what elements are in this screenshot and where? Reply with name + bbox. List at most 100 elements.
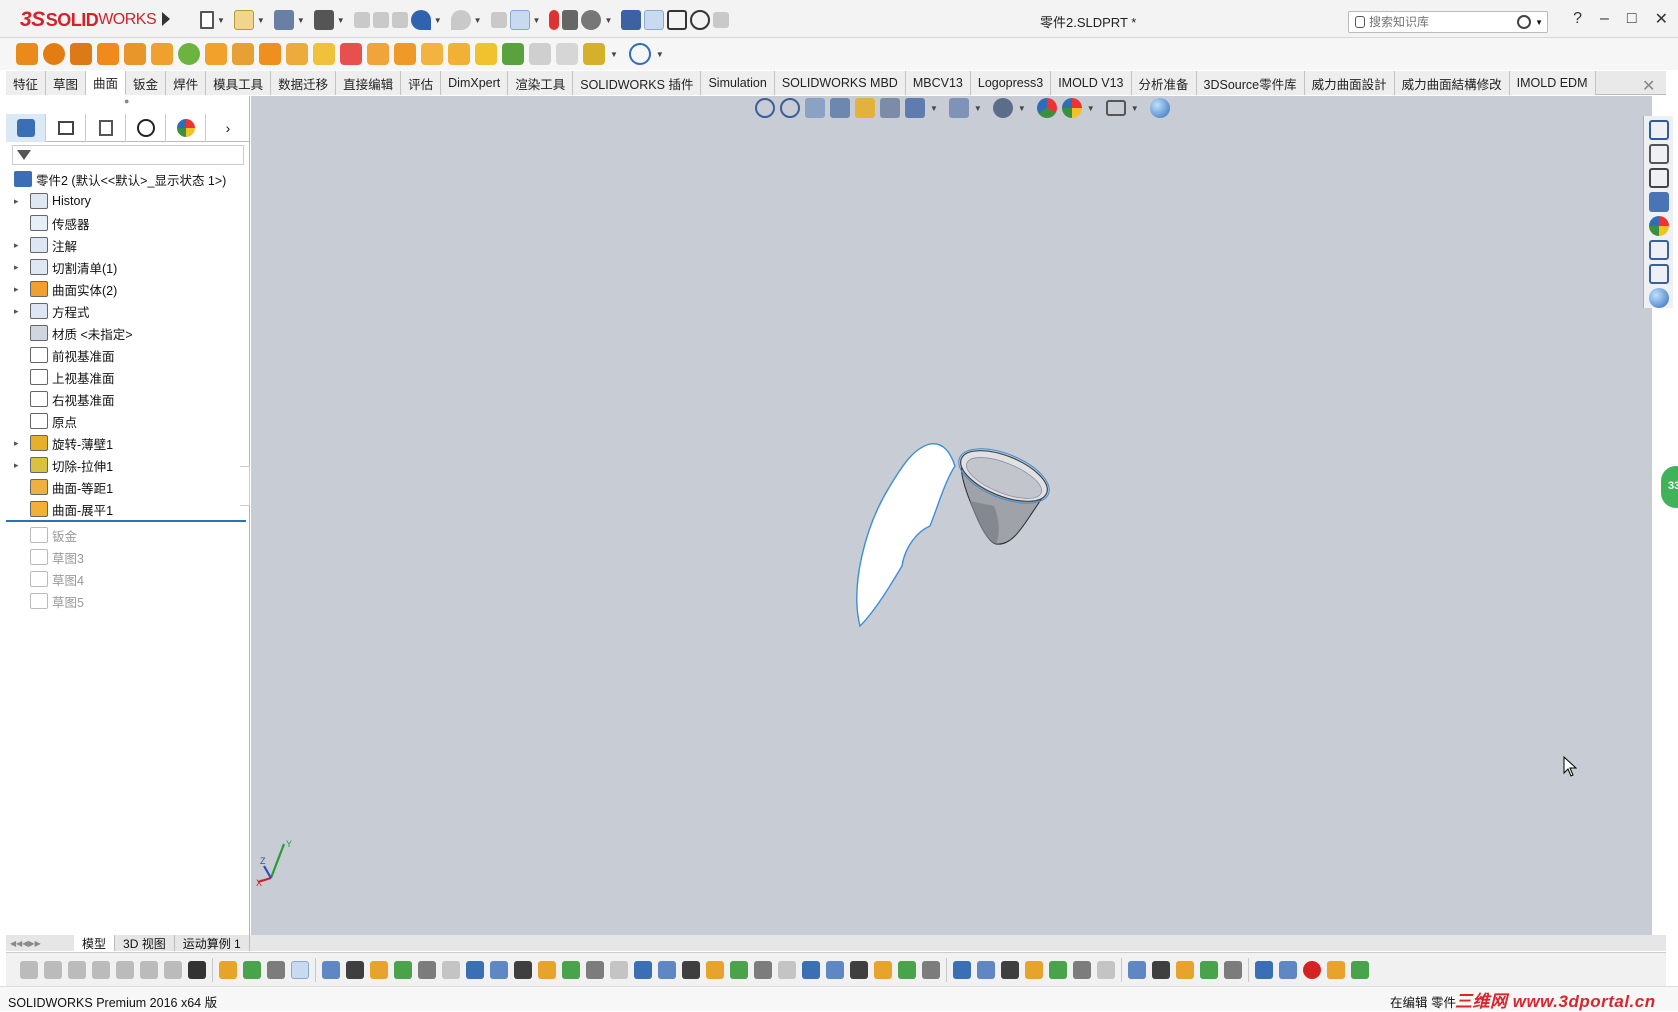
previous-view-icon[interactable] [805, 98, 825, 118]
fillet-icon[interactable] [556, 43, 578, 65]
spline-icon[interactable] [802, 960, 820, 979]
zoom-to-area-icon[interactable] [780, 98, 800, 118]
swept-surface-icon[interactable] [70, 43, 92, 65]
stop-icon[interactable] [1279, 960, 1297, 979]
weld-icon[interactable] [634, 960, 652, 979]
filter-toggle-icon[interactable] [219, 960, 237, 979]
help-button[interactable]: ? [1573, 10, 1582, 28]
surface-icon[interactable] [850, 960, 868, 979]
rebuild-icon[interactable] [549, 10, 560, 30]
search-icon[interactable] [706, 960, 724, 979]
view-left-icon[interactable] [1001, 960, 1019, 979]
check-icon[interactable] [658, 960, 676, 979]
tab-12[interactable]: Simulation [701, 71, 775, 95]
delete-face-icon[interactable] [313, 43, 335, 65]
shading-icon[interactable] [874, 960, 892, 979]
view-front-icon[interactable] [953, 960, 971, 979]
realview-icon[interactable] [1149, 98, 1170, 118]
tree-item[interactable]: ▸ 切割清单(1) [6, 256, 250, 278]
dynamic-annotation-icon[interactable] [855, 98, 875, 118]
panel-splitter-handle[interactable]: ● [124, 96, 129, 106]
minimize-button[interactable]: – [1600, 10, 1609, 28]
tabs-close-icon[interactable]: ✕ [1642, 76, 1655, 96]
view-top-icon[interactable] [1049, 960, 1067, 979]
tree-item[interactable]: ▸ 旋转-薄壁1 [6, 432, 250, 454]
select-cursor-icon[interactable] [509, 10, 530, 30]
tab-13[interactable]: SOLIDWORKS MBD [774, 71, 906, 95]
suppressed-tree-item[interactable]: 草图5 [6, 590, 250, 612]
save-anim-icon[interactable] [1327, 960, 1345, 979]
tree-item[interactable]: 材质 <未指定> [6, 322, 250, 344]
cut-icon[interactable] [353, 12, 370, 28]
vertex-icon[interactable] [490, 960, 508, 979]
view-palette-icon[interactable] [1648, 192, 1669, 212]
knowledge-search-box[interactable]: ▼ [1348, 11, 1548, 33]
cut-with-surface-icon[interactable] [529, 43, 551, 65]
tab-20[interactable]: 威力曲面結構修改 [1394, 71, 1510, 95]
part-icon[interactable] [1224, 960, 1242, 979]
tab-scroll-arrows[interactable]: ◀◀◀▶▶ [6, 935, 74, 951]
replace-face-icon[interactable] [340, 43, 362, 65]
move-icon[interactable] [922, 960, 940, 979]
display-icon[interactable] [1176, 960, 1194, 979]
tree-item[interactable]: ▸ 曲面实体(2) [6, 278, 250, 300]
print-icon[interactable] [313, 10, 334, 30]
trim-surface-icon[interactable] [394, 43, 416, 65]
planar-surface-icon[interactable] [205, 43, 227, 65]
expand-arrow-icon[interactable]: ▸ [14, 306, 26, 317]
tab-16[interactable]: IMOLD V13 [1051, 71, 1132, 95]
view-settings-icon[interactable] [1061, 98, 1082, 118]
tab-configuration-manager[interactable] [86, 114, 126, 142]
freeform-icon[interactable] [178, 43, 200, 65]
tab-6[interactable]: 数据迁移 [271, 71, 337, 95]
display-monitor-icon[interactable] [1105, 100, 1126, 116]
section-view-icon[interactable] [830, 98, 850, 118]
solidworks-logo[interactable]: 3S SOLID WORKS [20, 7, 157, 33]
filter-funnel-icon[interactable] [17, 150, 31, 160]
plane-icon[interactable] [370, 960, 388, 979]
filter-sketch-icon[interactable] [116, 960, 134, 979]
menu-expand-arrow[interactable] [162, 12, 170, 26]
expand-arrow-icon[interactable]: ▸ [14, 240, 26, 251]
tab-display-manager[interactable] [166, 114, 206, 142]
search-icon[interactable] [1517, 15, 1532, 29]
tab-property-manager[interactable] [46, 114, 86, 142]
record-icon[interactable] [1303, 960, 1321, 979]
expand-arrow-icon[interactable]: ▸ [14, 438, 26, 449]
tree-item[interactable]: 曲面-等距1 [6, 476, 250, 498]
zoom-icon[interactable] [690, 10, 711, 30]
list-icon[interactable] [621, 10, 642, 30]
rollback-bar[interactable] [6, 520, 246, 522]
hatch-icon[interactable] [778, 960, 796, 979]
forum-icon[interactable] [1648, 264, 1669, 284]
tree-item[interactable]: ▸ 方程式 [6, 300, 250, 322]
tree-item[interactable]: 右视基准面 [6, 388, 250, 410]
model-tab-2[interactable]: 运动算例 1 [175, 935, 250, 951]
suppressed-tree-item[interactable]: 草图4 [6, 568, 250, 590]
file-properties-icon[interactable] [562, 10, 579, 30]
floating-badge[interactable]: 33 [1661, 466, 1678, 508]
tree-item[interactable]: 传感器 [6, 212, 250, 234]
redo-icon[interactable] [450, 10, 471, 30]
boundary-surface-icon[interactable] [124, 43, 146, 65]
tab-18[interactable]: 3DSource零件库 [1196, 71, 1305, 95]
filter-axis-icon[interactable] [188, 960, 206, 979]
tree-item[interactable]: 曲面-展平1 [6, 498, 250, 520]
play-icon[interactable] [1255, 960, 1273, 979]
search-input[interactable] [1369, 15, 1499, 29]
suppressed-tree-item[interactable]: 钣金 [6, 524, 250, 546]
tree-item[interactable]: ▸ 注解 [6, 234, 250, 256]
appearances-icon[interactable] [1648, 216, 1669, 236]
axis-icon[interactable] [346, 960, 364, 979]
curves-icon[interactable] [628, 43, 651, 65]
options-gear-icon[interactable] [581, 10, 602, 30]
line-icon[interactable] [442, 960, 460, 979]
tree-root[interactable]: 零件2 (默认<<默认>_显示状态 1>) [6, 168, 250, 190]
tab-19[interactable]: 威力曲面設計 [1304, 71, 1395, 95]
3d-content-central-icon[interactable] [1648, 288, 1669, 308]
note-icon[interactable] [682, 960, 700, 979]
tab-3[interactable]: 钣金 [126, 71, 167, 95]
tree-filter[interactable] [12, 145, 244, 165]
panel-more-arrow[interactable]: › [206, 114, 250, 142]
view-bottom-icon[interactable] [1073, 960, 1091, 979]
